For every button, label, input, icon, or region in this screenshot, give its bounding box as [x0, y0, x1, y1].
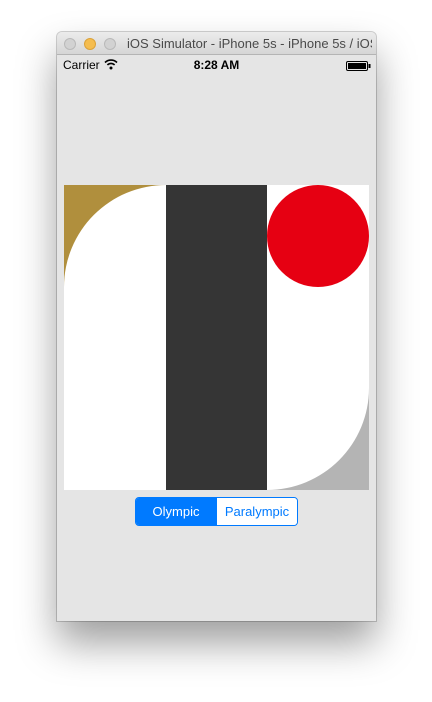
emblem-type-segmented-control[interactable]: Olympic Paralympic	[135, 497, 298, 526]
dark-vertical-bar	[166, 185, 267, 490]
battery-icon	[346, 61, 371, 71]
window-titlebar: iOS Simulator - iPhone 5s - iPhone 5s / …	[57, 32, 376, 55]
minimize-window-button[interactable]	[84, 38, 96, 50]
close-window-button[interactable]	[64, 38, 76, 50]
zoom-window-button[interactable]	[104, 38, 116, 50]
red-circle	[267, 185, 369, 287]
segment-olympic[interactable]: Olympic	[136, 498, 216, 525]
segment-paralympic[interactable]: Paralympic	[216, 498, 297, 525]
window-title: iOS Simulator - iPhone 5s - iPhone 5s / …	[127, 36, 372, 51]
ios-status-bar: Carrier 8:28 AM	[57, 55, 376, 75]
simulator-window: iOS Simulator - iPhone 5s - iPhone 5s / …	[57, 32, 376, 621]
status-time: 8:28 AM	[193, 58, 240, 72]
emblem-canvas	[64, 185, 369, 490]
